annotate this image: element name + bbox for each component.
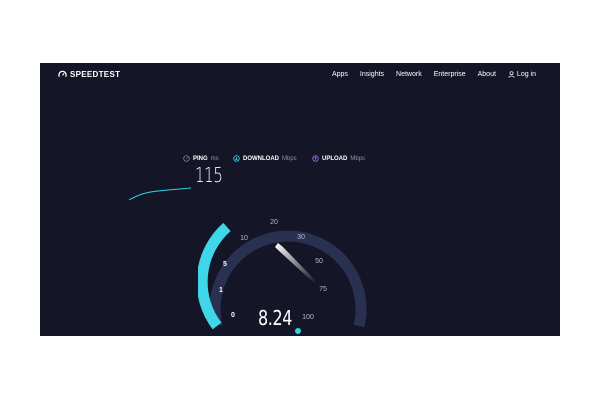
gauge-needle	[275, 243, 316, 283]
gauge-tick-0: 0	[231, 312, 235, 319]
ping-unit: ms	[210, 155, 219, 162]
download-arrow-icon	[233, 155, 240, 162]
current-speed: 8.24	[258, 306, 293, 330]
speed-gauge: 0 1 5 10 20 30 50 75 100	[198, 219, 367, 334]
upload-unit: Mbps	[350, 155, 366, 162]
nav-about[interactable]: About	[478, 71, 496, 78]
gauge-tick-1: 1	[219, 287, 223, 294]
ping-gauge-icon	[183, 155, 190, 162]
gauge-tick-6: 50	[315, 258, 323, 265]
stats-header: PING ms DOWNLOAD Mbps UPLOAD Mbps 115	[183, 155, 383, 187]
brand-name: SPEEDTEST	[70, 70, 121, 79]
user-icon	[508, 71, 515, 78]
upload-arrow-icon	[312, 155, 319, 162]
gauge-tick-3: 10	[240, 235, 248, 242]
nav-network[interactable]: Network	[396, 71, 422, 78]
nav-insights[interactable]: Insights	[360, 71, 384, 78]
download-label: DOWNLOAD Mbps	[233, 155, 297, 162]
gauge-tick-2: 5	[223, 261, 227, 268]
speedtest-app: SPEEDTEST Apps Insights Network Enterpri…	[40, 63, 560, 336]
upload-label-text: UPLOAD	[322, 155, 348, 162]
ping-value: 115	[195, 163, 223, 187]
download-label-text: DOWNLOAD	[243, 155, 279, 162]
gauge-tick-5: 30	[297, 234, 305, 241]
download-unit: Mbps	[282, 155, 297, 162]
top-nav: Apps Insights Network Enterprise About L…	[332, 71, 536, 78]
speedtest-logo[interactable]: SPEEDTEST	[58, 70, 120, 79]
download-sparkline	[128, 187, 192, 201]
ping-label-text: PING	[193, 155, 208, 162]
gauge-tick-8: 100	[302, 314, 314, 321]
gauge-tick-7: 75	[319, 286, 327, 293]
login-label: Log in	[516, 71, 536, 78]
gauge-tick-4: 20	[270, 219, 278, 226]
upload-label: UPLOAD Mbps	[312, 155, 365, 162]
nav-enterprise[interactable]: Enterprise	[434, 71, 466, 78]
gauge-hub	[295, 328, 301, 334]
speedometer-logo-icon	[58, 70, 67, 78]
login-link[interactable]: Log in	[508, 71, 536, 78]
nav-apps[interactable]: Apps	[332, 71, 348, 78]
ping-label: PING ms	[183, 155, 219, 162]
